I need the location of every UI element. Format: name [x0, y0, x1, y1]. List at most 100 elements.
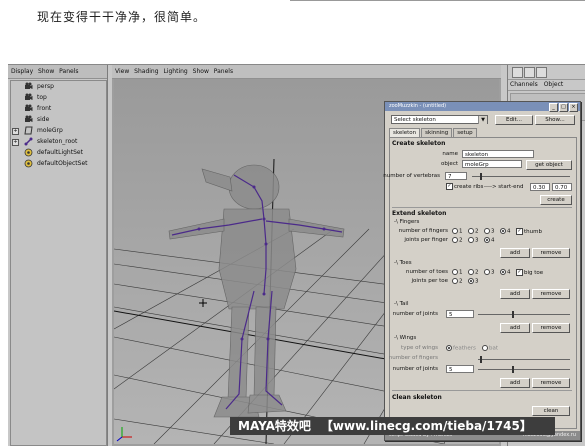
start-end-label: ----> start-end	[484, 184, 524, 190]
toe-option-2[interactable]: 2	[468, 269, 479, 276]
tab-skinning[interactable]: skinning	[421, 128, 453, 137]
end-field[interactable]: 0.70	[552, 183, 572, 191]
clean-button[interactable]: clean	[532, 406, 570, 416]
outliner-item-persp[interactable]: persp	[11, 81, 106, 92]
outliner-item-molegrp[interactable]: + moleGrp	[11, 125, 106, 136]
slider-handle[interactable]	[512, 311, 514, 318]
toes-remove-button[interactable]: remove	[532, 289, 570, 299]
vertebrae-slider[interactable]	[472, 176, 570, 177]
outliner-item-label: top	[37, 94, 47, 101]
tail-remove-button[interactable]: remove	[532, 323, 570, 333]
wing-fingers-slider[interactable]	[478, 359, 570, 360]
tab-setup[interactable]: setup	[453, 128, 477, 137]
viewport-menu-show[interactable]: Show	[193, 68, 209, 75]
tab-channels[interactable]: Channels	[510, 81, 538, 88]
tail-header[interactable]: -\ Tail	[394, 301, 408, 307]
slider-handle[interactable]	[480, 356, 482, 363]
watermark-banner: MAYA特效吧 【www.linecg.com/tieba/1745】	[230, 417, 555, 435]
fingers-header-label: Fingers	[399, 219, 420, 225]
option-label: 2	[475, 228, 479, 235]
toe-option-3[interactable]: 3	[484, 269, 495, 276]
create-skeleton-header[interactable]: Create skeleton	[392, 140, 445, 147]
minimize-icon[interactable]: _	[549, 103, 558, 112]
vertebrae-field[interactable]: 7	[445, 172, 467, 180]
wing-type-feathers[interactable]: feathers	[446, 345, 476, 352]
toe-option-4[interactable]: 4	[500, 269, 511, 276]
fingers-header[interactable]: -\ Fingers	[394, 219, 419, 225]
joints-per-finger-label: joints per finger	[404, 237, 448, 243]
finger-joints-option-4[interactable]: 4	[484, 237, 495, 244]
outliner-item-skeleton-root[interactable]: + skeleton_root	[11, 136, 106, 147]
viewport-menu-lighting[interactable]: Lighting	[163, 68, 187, 75]
finger-option-4[interactable]: 4	[500, 228, 511, 235]
wing-joints-slider[interactable]	[478, 369, 570, 370]
outliner-item-label: skeleton_root	[37, 138, 78, 145]
toe-joints-option-3[interactable]: 3	[468, 278, 479, 285]
wings-header[interactable]: -\ Wings	[394, 335, 416, 341]
window-titlebar[interactable]: zooMuzzkin - (untitled) _ □ ×	[385, 102, 580, 112]
viewport-menu-panels[interactable]: Panels	[214, 68, 233, 75]
divider	[392, 390, 572, 391]
outliner-item-defaultobjectset[interactable]: defaultObjectSet	[11, 158, 106, 169]
wing-joints-field[interactable]: 5	[446, 365, 474, 373]
wings-add-button[interactable]: add	[500, 378, 530, 388]
viewport-menu-view[interactable]: View	[115, 68, 129, 75]
outliner-menu-show[interactable]: Show	[38, 68, 54, 75]
tail-joints-field[interactable]: 5	[446, 310, 474, 318]
thumb-checkbox[interactable]: ✓ thumb	[516, 228, 542, 235]
name-label: name	[442, 151, 458, 157]
close-icon[interactable]: ×	[569, 103, 578, 112]
layout-icon[interactable]	[512, 67, 523, 78]
toes-add-button[interactable]: add	[500, 289, 530, 299]
outliner-item-top[interactable]: top	[11, 92, 106, 103]
finger-joints-option-2[interactable]: 2	[452, 237, 463, 244]
slider-handle[interactable]	[512, 366, 514, 373]
fingers-remove-button[interactable]: remove	[532, 248, 570, 258]
outliner-item-defaultlightset[interactable]: defaultLightSet	[11, 147, 106, 158]
create-ribs-checkbox[interactable]: ✓ create ribs	[446, 183, 483, 190]
viewport-menu-shading[interactable]: Shading	[134, 68, 158, 75]
layout-icon[interactable]	[524, 67, 535, 78]
fingers-add-button[interactable]: add	[500, 248, 530, 258]
edit-button[interactable]: Edit...	[495, 115, 533, 125]
slider-handle[interactable]	[480, 173, 482, 180]
layout-icon[interactable]	[536, 67, 547, 78]
expand-icon[interactable]: +	[12, 128, 19, 135]
outliner-item-label: moleGrp	[37, 127, 63, 134]
skeleton-select[interactable]: Select skeleton ▼	[391, 115, 488, 124]
get-object-button[interactable]: get object	[526, 160, 572, 170]
tail-add-button[interactable]: add	[500, 323, 530, 333]
finger-option-3[interactable]: 3	[484, 228, 495, 235]
create-button[interactable]: create	[540, 195, 572, 205]
camera-icon	[25, 115, 33, 122]
outliner-item-front[interactable]: front	[11, 103, 106, 114]
maximize-icon[interactable]: □	[559, 103, 568, 112]
tail-joints-slider[interactable]	[478, 314, 570, 315]
outliner-menu-display[interactable]: Display	[11, 68, 33, 75]
wing-type-bat[interactable]: bat	[482, 345, 498, 352]
start-field[interactable]: 0.30	[530, 183, 550, 191]
name-field[interactable]: skeleton	[462, 150, 534, 158]
finger-option-1[interactable]: 1	[452, 228, 463, 235]
big-toe-checkbox[interactable]: ✓ big toe	[516, 269, 543, 276]
expand-icon[interactable]: +	[12, 139, 19, 146]
extend-skeleton-header[interactable]: Extend skeleton	[392, 210, 446, 217]
tail-joints-label: number of joints	[392, 311, 438, 317]
outliner-item-side[interactable]: side	[11, 114, 106, 125]
show-button[interactable]: Show...	[535, 115, 575, 125]
finger-joints-option-3[interactable]: 3	[468, 237, 479, 244]
watermark-label: MAYA特效吧	[238, 419, 311, 433]
tab-object[interactable]: Object	[544, 81, 564, 88]
outliner-menu-panels[interactable]: Panels	[59, 68, 78, 75]
wings-remove-button[interactable]: remove	[532, 378, 570, 388]
fingers-count-label: number of fingers	[398, 228, 448, 234]
finger-option-2[interactable]: 2	[468, 228, 479, 235]
toes-count-label: number of toes	[405, 269, 448, 275]
toe-option-1[interactable]: 1	[452, 269, 463, 276]
toe-joints-option-2[interactable]: 2	[452, 278, 463, 285]
clean-skeleton-header[interactable]: Clean skeleton	[392, 394, 442, 401]
chevron-down-icon[interactable]: ▼	[478, 116, 487, 124]
tab-skeleton[interactable]: skeleton	[389, 128, 421, 137]
object-field[interactable]: moleGrp	[462, 160, 522, 168]
toes-header[interactable]: -\ Toes	[394, 260, 412, 266]
